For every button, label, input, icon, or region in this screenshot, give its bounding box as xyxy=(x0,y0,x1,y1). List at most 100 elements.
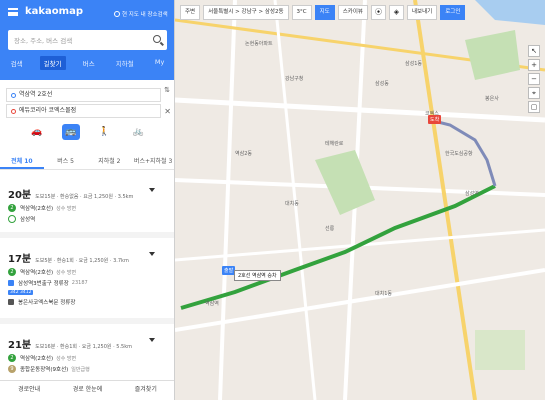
bike-icon[interactable]: 🚲 xyxy=(129,124,147,140)
map-label: 봉은사 xyxy=(485,96,499,102)
step-text: 역삼역(2호선) xyxy=(20,206,54,212)
search-input[interactable]: 장소, 주소, 버스 검색 xyxy=(8,30,167,50)
bus-pill: 342 3412 xyxy=(8,290,34,295)
ruler-icon[interactable]: ⌖ xyxy=(528,87,540,99)
step-text: 역삼역(2호선) xyxy=(20,356,54,362)
route-card[interactable]: 20분 도보15분 · 환승없음 · 요금 1,250원 · 3.5km 2 역삼역… xyxy=(0,180,174,238)
route-meta: 도보16분 · 환승1회 · 요금 1,250원 · 5.5km xyxy=(35,344,132,350)
logo: kakaomap xyxy=(25,6,83,17)
route-tab-bus[interactable]: 버스 5 xyxy=(44,154,88,169)
area-search-checkbox[interactable]: 현 지도 내 장소검색 xyxy=(114,10,168,18)
route-guide-button[interactable]: 경로안내 xyxy=(0,381,58,400)
step-text: 종합운동장역(9호선) xyxy=(20,367,69,373)
zoom-out-icon[interactable]: − xyxy=(528,73,540,85)
sidebar: kakaomap 현 지도 내 장소검색 장소, 주소, 버스 검색 검색 길찾… xyxy=(0,0,175,400)
menu-icon[interactable] xyxy=(8,8,18,16)
region-breadcrumb: 서울특별시 > 강남구 > 삼성2동 xyxy=(203,5,289,20)
chevron-down-icon[interactable] xyxy=(149,338,155,342)
line-badge: 2 xyxy=(8,268,16,276)
map-label: 강남구청 xyxy=(285,76,304,82)
transit-icon[interactable]: 🚌 xyxy=(61,124,80,140)
chevron-down-icon[interactable] xyxy=(149,188,155,192)
line-badge: 2 xyxy=(8,204,16,212)
checkbox-icon[interactable] xyxy=(114,11,120,17)
login-button[interactable]: 로그인 xyxy=(440,5,466,20)
route-card[interactable]: 17분 도보5분 · 환승1회 · 요금 1,250원 · 3.7km 2 역삼역(… xyxy=(0,244,174,324)
route-step: 9 종합운동장역(9호선) 일반급행 xyxy=(8,365,167,373)
route-time: 21분 xyxy=(8,340,32,351)
route-step: 삼성역3번출구 정류장 23187 xyxy=(8,279,167,287)
route-time: 17분 xyxy=(8,254,32,265)
tab-my[interactable]: My xyxy=(151,56,168,70)
route-meta: 도보15분 · 환승없음 · 요금 1,250원 · 3.5km xyxy=(35,194,134,200)
search-icon[interactable] xyxy=(153,35,161,43)
export-button[interactable]: 내보내기 xyxy=(407,5,438,20)
map-canvas[interactable]: 논현동아파트 강남구청 삼성동 대치동 역삼2동 선릉 삼성역 한국도심공항 코… xyxy=(175,0,545,400)
breadcrumb-dong[interactable]: 삼성2동 xyxy=(265,9,284,15)
end-marker[interactable]: 도착 xyxy=(428,115,442,124)
from-value: 역삼역 2호선 xyxy=(19,91,53,98)
map-graphics xyxy=(175,0,545,400)
map-view-button[interactable]: 지도 xyxy=(314,5,335,20)
route-overview-button[interactable]: 경로 한눈에 xyxy=(58,381,116,400)
step-sub: 성수 방면 xyxy=(56,269,77,276)
breadcrumb-district[interactable]: 강남구 xyxy=(242,9,257,15)
route-step: 2 역삼역(2호선) 성수 방면 xyxy=(8,354,167,362)
sidebar-header: kakaomap 현 지도 내 장소검색 장소, 주소, 버스 검색 검색 길찾… xyxy=(0,0,174,88)
map-label: 역삼역 xyxy=(205,301,219,307)
search-placeholder: 장소, 주소, 버스 검색 xyxy=(14,37,73,45)
map-label: 삼성역 xyxy=(465,191,479,197)
map-label: 한국도심공항 xyxy=(445,151,473,157)
route-tab-mixed[interactable]: 버스+지하철 3 xyxy=(131,154,174,169)
map-controls: ↖ + − ⌖ ▢ xyxy=(528,45,540,113)
transport-modes: 🚗 🚌 🚶 🚲 xyxy=(0,124,174,142)
tab-subway[interactable]: 지하철 xyxy=(112,56,138,70)
step-text: 삼성역3번출구 정류장 xyxy=(18,281,69,287)
bus-stop-icon xyxy=(8,280,14,286)
start-dot-icon xyxy=(11,93,16,98)
route-tabs: 전체 10 버스 5 지하철 2 버스+지하철 3 xyxy=(0,154,174,170)
step-sub: 23187 xyxy=(71,280,88,286)
tab-directions[interactable]: 길찾기 xyxy=(39,56,66,70)
end-station-icon xyxy=(8,215,16,223)
walk-icon[interactable]: 🚶 xyxy=(95,124,113,140)
to-value: 에듀코리아 코엑스몰점 xyxy=(19,107,77,114)
favorite-button[interactable]: 즐겨찾기 xyxy=(117,381,174,400)
compass-icon[interactable]: ↖ xyxy=(528,45,540,57)
route-step: 삼성역 xyxy=(8,215,167,223)
bus-stop-icon xyxy=(8,299,14,305)
map-toolbar: 주변 서울특별시 > 강남구 > 삼성2동 3°C 지도 스카이뷰 ⦿ ◈ 내보… xyxy=(180,5,466,20)
step-sub: 일반급행 xyxy=(71,366,90,373)
zoom-in-icon[interactable]: + xyxy=(528,59,540,71)
map-label: 테헤란로 xyxy=(325,141,344,147)
step-text: 봉은사코엑스북문 정류장 xyxy=(18,300,76,306)
route-tab-subway[interactable]: 지하철 2 xyxy=(88,154,132,169)
chevron-down-icon[interactable] xyxy=(149,252,155,256)
map-label: 논현동아파트 xyxy=(245,41,273,47)
car-icon[interactable]: 🚗 xyxy=(28,124,46,140)
route-tab-all[interactable]: 전체 10 xyxy=(0,154,44,169)
weather-badge: 3°C xyxy=(291,5,312,20)
location-pin-icon[interactable]: ⦿ xyxy=(371,5,386,20)
swap-icon[interactable]: ⇅ xyxy=(164,86,170,94)
tab-bus[interactable]: 버스 xyxy=(79,56,99,70)
step-text: 역삼역(2호선) xyxy=(20,270,54,276)
map-label: 대치동 xyxy=(285,201,299,207)
close-icon[interactable]: ✕ xyxy=(164,107,171,116)
from-input[interactable]: 역삼역 2호선 xyxy=(6,88,161,102)
line-badge: 2 xyxy=(8,354,16,362)
layers-icon[interactable]: ◈ xyxy=(389,5,404,20)
route-card[interactable]: 21분 도보16분 · 환승1회 · 요금 1,250원 · 5.5km 2 역삼역… xyxy=(0,330,174,380)
main-tabs: 검색 길찾기 버스 지하철 My xyxy=(0,56,174,70)
breadcrumb-city[interactable]: 서울특별시 xyxy=(208,9,233,15)
line-badge: 9 xyxy=(8,365,16,373)
end-dot-icon xyxy=(11,109,16,114)
area-icon[interactable]: ▢ xyxy=(528,101,540,113)
step-sub: 성수 방면 xyxy=(56,355,77,362)
to-input[interactable]: 에듀코리아 코엑스몰점 xyxy=(6,104,161,118)
tab-search[interactable]: 검색 xyxy=(7,56,27,70)
checkbox-label: 현 지도 내 장소검색 xyxy=(122,12,168,18)
nearby-button[interactable]: 주변 xyxy=(180,5,201,20)
sidebar-footer: 경로안내 경로 한눈에 즐겨찾기 xyxy=(0,380,174,400)
skyview-button[interactable]: 스카이뷰 xyxy=(337,5,368,20)
